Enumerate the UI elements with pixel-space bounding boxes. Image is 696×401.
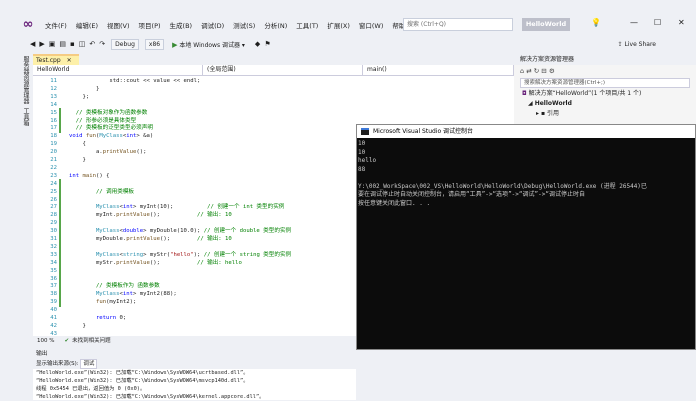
- minimize-button[interactable]: —: [630, 18, 638, 27]
- collapsed-arrow-icon[interactable]: ▸: [536, 110, 539, 117]
- menu-extensions[interactable]: 扩展(X): [327, 20, 350, 30]
- console-output[interactable]: 10 10 hello 88 Y:\002_WorkSpace\002_VS\Hell…: [357, 138, 695, 208]
- output-source-select[interactable]: 调试: [80, 359, 98, 369]
- output-log[interactable]: “HelloWorld.exe”(Win32): 已加载“C:\Windows\…: [33, 369, 356, 401]
- refresh-icon[interactable]: ↻: [534, 67, 539, 75]
- solution-root-item[interactable]: ◘ 解决方案“HelloWorld”(1 个项目/共 1 个): [514, 89, 696, 99]
- liveshare-button[interactable]: ⇪ Live Share: [618, 41, 656, 48]
- server-explorer-tab[interactable]: 服务器资源管理器: [21, 56, 30, 104]
- solution-icon: ◘: [522, 90, 527, 97]
- platform-select[interactable]: x86: [144, 38, 165, 50]
- code-editor-overflow: [356, 76, 514, 126]
- collapse-icon[interactable]: ⊟: [541, 67, 546, 75]
- search-input[interactable]: 搜索 (Ctrl+Q): [403, 18, 513, 31]
- start-debugging-button[interactable]: ▶ 本地 Windows 调试器 ▾: [172, 40, 245, 49]
- nav-member-select[interactable]: main(): [363, 65, 514, 75]
- issues-status: 未找到相关问题: [72, 338, 111, 344]
- console-line: 要在调试停止时自动关闭控制台，请启用“工具”->“选项”->“调试”->“调试停…: [358, 191, 585, 198]
- solution-search-input[interactable]: 搜索解决方案资源管理器(Ctrl+;): [520, 78, 690, 88]
- editor-status-bar: 100 % ✔ 未找到相关问题: [33, 336, 356, 346]
- menu-analyze[interactable]: 分析(N): [264, 20, 287, 30]
- save-icon[interactable]: ▪: [70, 40, 75, 48]
- new-project-icon[interactable]: ▣: [49, 40, 56, 48]
- console-title-bar: Microsoft Visual Studio 调试控制台: [357, 125, 695, 138]
- sync-icon[interactable]: ⇄: [526, 67, 531, 75]
- breakpoint-icon[interactable]: ◆: [255, 40, 260, 48]
- tab-label: Test.cpp: [36, 57, 61, 64]
- references-item[interactable]: ▸ ▪ 引用: [514, 109, 696, 119]
- configuration-select[interactable]: Debug: [111, 38, 139, 50]
- nav-scope-select[interactable]: (全局范围): [203, 65, 363, 75]
- menu-test[interactable]: 测试(S): [233, 20, 255, 30]
- expand-icon[interactable]: ◢: [528, 100, 533, 107]
- left-tool-strip: 服务器资源管理器 工具箱: [18, 52, 32, 212]
- redo-icon[interactable]: ↷: [99, 40, 105, 48]
- solution-root-label: 解决方案“HelloWorld”(1 个项目/共 1 个): [528, 90, 642, 97]
- menu-project[interactable]: 项目(P): [139, 20, 161, 30]
- console-line: hello: [358, 157, 377, 164]
- output-panel: 输出 显示输出来源(S): 调试 “HelloWorld.exe”(Win32)…: [33, 350, 356, 400]
- bookmark-icon[interactable]: ⚑: [264, 40, 270, 48]
- console-title: Microsoft Visual Studio 调试控制台: [373, 128, 474, 135]
- references-icon: ▪: [540, 110, 546, 117]
- liveshare-label: Live Share: [624, 40, 656, 48]
- solution-explorer-title: 解决方案资源管理器: [514, 54, 696, 65]
- console-line: 88: [358, 165, 366, 173]
- close-tab-icon[interactable]: ✕: [67, 57, 72, 64]
- feedback-icon[interactable]: 💡: [591, 18, 601, 27]
- save-all-icon[interactable]: ◫: [79, 40, 86, 48]
- solution-toolbar: ⌂ ⇄ ↻ ⊟ ⚙: [514, 65, 696, 77]
- menu-tools[interactable]: 工具(T): [296, 20, 318, 30]
- visual-studio-logo-icon: ∞: [22, 17, 34, 32]
- console-line: 按任意键关闭此窗口. . .: [358, 199, 431, 207]
- menu-window[interactable]: 窗口(W): [359, 20, 384, 30]
- zoom-level[interactable]: 100 %: [37, 336, 54, 346]
- output-source-label: 显示输出来源(S):: [36, 361, 79, 367]
- menu-bar: ∞ 文件(F) 编辑(E) 视图(V) 项目(P) 生成(B) 调试(D) 测试…: [0, 14, 696, 36]
- navigation-bar: HelloWorld (全局范围) main(): [33, 65, 514, 76]
- menu-debug[interactable]: 调试(D): [201, 20, 224, 30]
- output-line: 线程 0x5454 已退出，返回值为 0 (0x0)。: [36, 386, 146, 392]
- run-label: 本地 Windows 调试器: [179, 41, 240, 49]
- console-line: 10: [358, 148, 366, 156]
- open-folder-icon[interactable]: ▤: [59, 40, 66, 48]
- home-icon[interactable]: ⌂: [520, 67, 524, 75]
- project-label: HelloWorld: [534, 100, 572, 107]
- solution-explorer: 解决方案资源管理器 ⌂ ⇄ ↻ ⊟ ⚙ 搜索解决方案资源管理器(Ctrl+;) …: [514, 54, 696, 124]
- menu-file[interactable]: 文件(F): [45, 20, 67, 30]
- tab-test-cpp[interactable]: Test.cpp ✕: [33, 54, 79, 65]
- maximize-button[interactable]: ☐: [654, 18, 661, 27]
- forward-icon[interactable]: ▶: [39, 40, 44, 48]
- output-title: 输出: [33, 350, 356, 359]
- project-item[interactable]: ◢ HelloWorld: [514, 99, 696, 109]
- code-editor[interactable]: 11 std::cout << value << endl; 12 } 13 }; 1…: [33, 76, 356, 336]
- toolbar: ◀ ▶ ▣ ▤ ▪ ◫ ↶ ↷ Debug x86 ▶ 本地 Windows 调…: [0, 36, 696, 52]
- code-line[interactable]: 43: [33, 329, 356, 336]
- references-label: 引用: [546, 110, 559, 117]
- app-title: HelloWorld: [522, 18, 570, 31]
- check-icon: ✔: [64, 338, 70, 344]
- properties-icon[interactable]: ⚙: [549, 67, 555, 75]
- play-icon: ▶: [172, 40, 178, 49]
- menu-build[interactable]: 生成(B): [170, 20, 193, 30]
- share-icon: ⇪: [617, 40, 623, 48]
- menu-view[interactable]: 视图(V): [107, 20, 130, 30]
- console-icon: [361, 128, 369, 135]
- output-source-row: 显示输出来源(S): 调试: [33, 359, 356, 369]
- back-icon[interactable]: ◀: [30, 40, 35, 48]
- undo-icon[interactable]: ↶: [89, 40, 95, 48]
- console-line: Y:\002_WorkSpace\002_VS\HelloWorld\Hello…: [358, 182, 647, 190]
- console-line: 10: [358, 140, 366, 147]
- output-line: “HelloWorld.exe”(Win32): 已加载“C:\Windows\…: [36, 370, 249, 376]
- menu-edit[interactable]: 编辑(E): [76, 20, 98, 30]
- output-line: “HelloWorld.exe”(Win32): 已加载“C:\Windows\…: [36, 378, 249, 384]
- close-window-button[interactable]: ✕: [678, 18, 685, 27]
- line-number: 43: [50, 330, 57, 336]
- toolbox-tab[interactable]: 工具箱: [21, 108, 30, 126]
- nav-project-select[interactable]: HelloWorld: [33, 65, 203, 75]
- debug-console-window: Microsoft Visual Studio 调试控制台 10 10 hello 8…: [356, 124, 696, 350]
